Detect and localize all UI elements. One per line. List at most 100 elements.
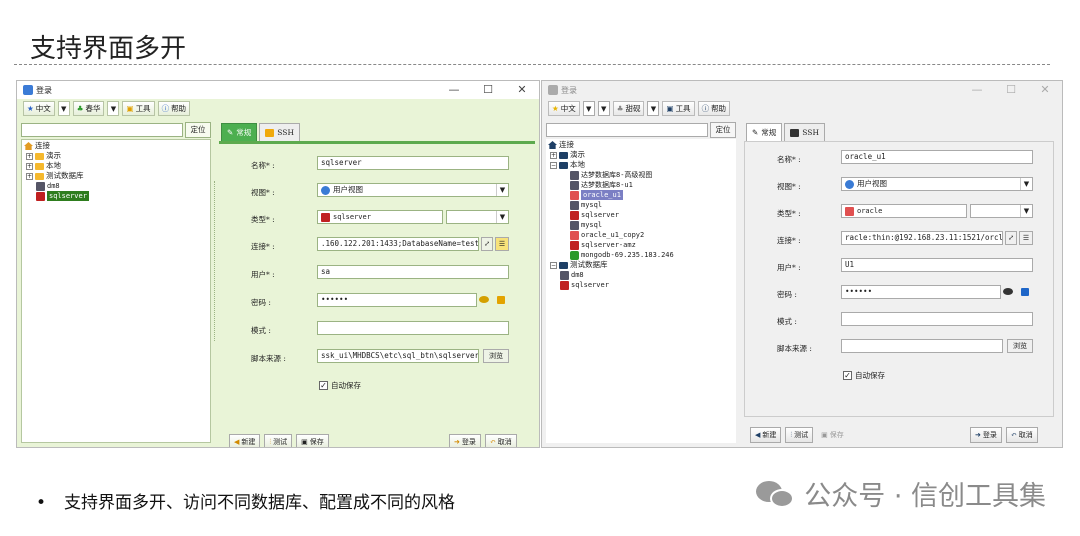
language-button[interactable]: ★ 中文 <box>548 101 580 116</box>
help-button[interactable]: ⓘ 帮助 <box>157 101 191 116</box>
tree-folder[interactable]: + 本地 <box>24 161 208 171</box>
theme-button[interactable]: ♣ 甜砚 <box>612 101 645 116</box>
close-button[interactable]: ✕ <box>1028 81 1062 99</box>
schema-field[interactable] <box>317 321 509 335</box>
help-button[interactable]: ⓘ 帮助 <box>697 101 731 116</box>
locate-button[interactable]: 定位 <box>185 122 211 138</box>
password-field[interactable]: •••••• <box>317 293 477 307</box>
theme-button[interactable]: ♣ 春华 <box>72 101 105 116</box>
tree-item[interactable]: dm8 <box>548 270 734 280</box>
tree-item[interactable]: mysql <box>548 200 734 210</box>
tools-button[interactable]: ▣ 工具 <box>662 101 695 116</box>
tree-item[interactable]: mysql <box>548 220 734 230</box>
unlock-icon[interactable] <box>1021 288 1029 296</box>
tree-item[interactable]: mongodb-69.235.183.246 <box>548 250 734 260</box>
tree-folder[interactable]: + 演示 <box>24 151 208 161</box>
cancel-button[interactable]: ↶ 取消 <box>1005 427 1038 443</box>
chevron-down-icon[interactable]: ▼ <box>1020 178 1032 190</box>
expand-icon[interactable]: ⤢ <box>1005 231 1017 245</box>
chevron-down-icon[interactable]: ▼ <box>1020 205 1032 217</box>
script-source-field[interactable]: ssk_ui\MHDBCS\etc\sql_btn\sqlserver <box>317 349 479 363</box>
new-button[interactable]: ◀ 新建 <box>750 427 782 443</box>
tab-ssh[interactable]: SSH <box>784 123 825 141</box>
splitter-handle[interactable] <box>214 181 216 341</box>
tree-folder[interactable]: + 演示 <box>548 150 734 160</box>
collapse-icon[interactable]: − <box>550 261 557 269</box>
minimize-button[interactable]: — <box>437 81 471 99</box>
test-button[interactable]: ⫶ 测试 <box>264 434 293 447</box>
eye-icon[interactable] <box>1003 288 1013 295</box>
close-button[interactable]: ✕ <box>505 81 539 99</box>
version-select[interactable]: ▼ <box>970 204 1033 218</box>
tab-ssh[interactable]: SSH <box>259 123 300 141</box>
list-icon[interactable]: ☰ <box>1019 231 1033 245</box>
tab-general[interactable]: ✎ 常规 <box>221 123 258 141</box>
login-button[interactable]: ➜ 登录 <box>970 427 1002 443</box>
browse-button[interactable]: 浏览 <box>1007 339 1033 353</box>
tab-general[interactable]: ✎ 常规 <box>746 123 783 141</box>
expand-icon[interactable]: ⤢ <box>481 237 493 251</box>
tree-item[interactable]: sqlserver <box>548 280 734 290</box>
chevron-down-icon[interactable]: ▼ <box>496 184 508 196</box>
tools-button[interactable]: ▣ 工具 <box>122 101 155 116</box>
search-input[interactable] <box>546 123 708 137</box>
collapse-icon[interactable]: − <box>550 161 557 169</box>
tree-folder[interactable]: − 测试数据库 <box>548 260 734 270</box>
version-select[interactable]: ▼ <box>446 210 509 224</box>
cancel-button[interactable]: ↶ 取消 <box>484 434 517 447</box>
tree-root[interactable]: 连接 <box>24 141 208 151</box>
name-field[interactable]: oracle_u1 <box>841 150 1033 164</box>
test-button[interactable]: ⫶ 测试 <box>785 427 814 443</box>
autosave-checkbox[interactable]: ✓ 自动保存 <box>843 370 885 381</box>
eye-icon[interactable] <box>479 296 489 303</box>
expand-icon[interactable]: + <box>550 151 557 159</box>
tree-item[interactable]: sqlserver-amz <box>548 240 734 250</box>
autosave-checkbox[interactable]: ✓ 自动保存 <box>319 380 361 391</box>
save-button[interactable]: ▣ 保存 <box>817 427 848 443</box>
connection-field[interactable]: racle:thin:@192.168.23.11:1521/orcl <box>841 231 1003 245</box>
save-button[interactable]: ▣ 保存 <box>296 434 329 447</box>
login-button[interactable]: ➜ 登录 <box>449 434 481 447</box>
schema-field[interactable] <box>841 312 1033 326</box>
tree-item[interactable]: 达梦数据库8-高级视图 <box>548 170 734 180</box>
chevron-down-icon[interactable]: ▼ <box>496 211 508 223</box>
user-field[interactable]: sa <box>317 265 509 279</box>
name-field[interactable]: sqlserver <box>317 156 509 170</box>
theme-dropdown[interactable]: ▼ <box>647 101 660 116</box>
tree-item[interactable]: dm8 <box>24 181 208 191</box>
tree-item[interactable]: 达梦数据库8-u1 <box>548 180 734 190</box>
script-source-field[interactable] <box>841 339 1003 353</box>
tree-root[interactable]: 连接 <box>548 140 734 150</box>
theme-dropdown-left[interactable]: ▼ <box>597 101 610 116</box>
type-select[interactable]: sqlserver <box>317 210 443 224</box>
locate-button[interactable]: 定位 <box>710 122 736 138</box>
view-select[interactable]: 用户视图 ▼ <box>841 177 1033 191</box>
check-icon[interactable]: ✓ <box>843 371 852 380</box>
tree-folder[interactable]: − 本地 <box>548 160 734 170</box>
new-button[interactable]: ◀ 新建 <box>229 434 261 447</box>
language-dropdown[interactable]: ▼ <box>582 101 595 116</box>
expand-icon[interactable]: + <box>26 172 33 180</box>
unlock-icon[interactable] <box>497 296 505 304</box>
view-select[interactable]: 用户视图 ▼ <box>317 183 509 197</box>
tree-item-selected[interactable]: oracle_u1 <box>548 190 734 200</box>
language-button[interactable]: ★ 中文 <box>23 101 55 116</box>
maximize-button[interactable]: ☐ <box>994 81 1028 99</box>
minimize-button[interactable]: — <box>960 81 994 99</box>
maximize-button[interactable]: ☐ <box>471 81 505 99</box>
tree-folder[interactable]: + 测试数据库 <box>24 171 208 181</box>
connection-field[interactable]: .160.122.201:1433;DatabaseName=test <box>317 237 479 251</box>
theme-dropdown[interactable]: ▼ <box>107 101 120 116</box>
tree-item[interactable]: oracle_u1_copy2 <box>548 230 734 240</box>
language-dropdown[interactable]: ▼ <box>57 101 70 116</box>
browse-button[interactable]: 浏览 <box>483 349 509 363</box>
tree-item[interactable]: sqlserver <box>548 210 734 220</box>
expand-icon[interactable]: + <box>26 162 33 170</box>
type-select[interactable]: oracle <box>841 204 967 218</box>
user-field[interactable]: U1 <box>841 258 1033 272</box>
password-field[interactable]: •••••• <box>841 285 1001 299</box>
search-input[interactable] <box>21 123 183 137</box>
expand-icon[interactable]: + <box>26 152 33 160</box>
list-icon[interactable]: ☰ <box>495 237 509 251</box>
check-icon[interactable]: ✓ <box>319 381 328 390</box>
